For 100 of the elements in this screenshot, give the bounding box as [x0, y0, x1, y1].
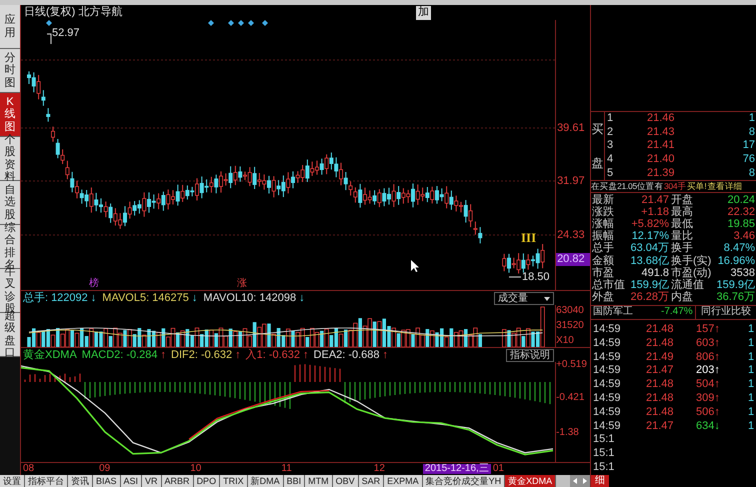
indicator-tab[interactable]: TRIX	[220, 475, 248, 487]
indicator-label: 总手:	[23, 292, 48, 304]
trend-arrow: ↑	[714, 365, 720, 376]
quote-label: 金额	[591, 256, 615, 267]
signal-mark: III	[521, 231, 536, 244]
quote-label: 最低	[670, 218, 694, 230]
date-axis-label: 11	[281, 464, 292, 474]
indicator-dropdown[interactable]: 成交量	[494, 292, 554, 305]
indicator-tab[interactable]: OBV	[332, 475, 359, 487]
quote-value: 159.9亿	[629, 280, 669, 291]
tick-volume: 309	[696, 393, 714, 404]
trend-arrow: ↑	[714, 338, 720, 349]
macd-axis-label: -1.38	[556, 428, 579, 438]
industry-compare-button[interactable]: 同行业比较	[695, 306, 756, 319]
tick-time: 14:59	[592, 420, 622, 432]
quote-label: 涨跌	[591, 206, 615, 218]
indicator-value: -0.688	[348, 350, 380, 360]
quote-value: +1.18	[640, 206, 669, 218]
quote-value: 12.17%	[630, 231, 669, 242]
order-level: 3	[607, 140, 614, 152]
tick-volume: 504	[696, 379, 714, 390]
indicator-name: 黄金XDMA	[23, 350, 77, 360]
indicator-tab[interactable]: EXPMA	[384, 475, 423, 487]
quote-value: 19.85	[726, 218, 756, 230]
indicator-tab[interactable]: DPO	[194, 475, 220, 487]
quote-value: 491.8	[640, 268, 669, 279]
order-level: 5	[607, 168, 614, 179]
tick-price: 21.48	[646, 379, 675, 390]
indicator-tab[interactable]: 新DMA	[248, 475, 284, 487]
volume-axis-label: 63040	[556, 306, 585, 316]
quote-label: 流通值	[670, 280, 705, 291]
tick-time: 14:59	[592, 352, 622, 363]
tick-time: 14:59	[592, 338, 622, 349]
date-axis-label: 2015-12-16,三	[422, 464, 491, 474]
sidebar-tab[interactable]: 应用	[0, 5, 20, 49]
quote-value: +5.82%	[630, 218, 669, 230]
order-volume: 76	[742, 154, 755, 166]
indicator-tab[interactable]: 集合竞价成交量YH	[422, 475, 506, 487]
order-volume: 17	[742, 140, 755, 152]
date-axis-label: 01	[492, 464, 504, 474]
indicator-tab[interactable]: 设置	[0, 475, 25, 487]
trend-arrow: ↓	[192, 292, 198, 304]
trend-arrow: ↑	[714, 352, 720, 363]
quote-value: 159.9亿	[715, 280, 756, 291]
indicator-value: 146275	[152, 292, 189, 304]
trend-arrow: ↓	[714, 420, 720, 432]
price-axis-label: 39.61	[556, 122, 586, 135]
indicator-tab[interactable]: 黄金XDMA	[505, 475, 556, 487]
sidebar-tab[interactable]: 分时图	[0, 49, 20, 93]
order-volume: 1	[748, 113, 755, 124]
detail-tab[interactable]: 细	[591, 475, 609, 487]
tick-count-label: 1	[748, 365, 754, 376]
volume-axis-label: 31520	[556, 321, 585, 331]
quote-value: 63.04万	[629, 243, 669, 254]
indicator-tab[interactable]: VR	[142, 475, 162, 487]
notice-text: 在买盘21.05位置有	[591, 182, 663, 191]
macd-axis-label: +0.519	[556, 360, 587, 370]
indicator-help-button[interactable]: 指标说明	[506, 349, 554, 362]
quote-label: 换手(实)	[670, 256, 712, 267]
trend-arrow: ↑	[714, 406, 720, 418]
trend-arrow: ↑	[714, 324, 720, 336]
indicator-label: MACD2:	[82, 350, 124, 360]
quote-value: 26.28万	[629, 292, 669, 304]
order-volume: 8	[748, 168, 755, 179]
view-details-link[interactable]: 查看详细	[707, 182, 742, 191]
quote-value: 36.76万	[715, 292, 756, 304]
date-axis-label: 12	[374, 464, 385, 474]
quote-label: 外盘	[591, 292, 615, 304]
order-level: 2	[607, 126, 614, 138]
tick-time: 14:59	[592, 324, 622, 336]
tick-count-label: 1	[748, 406, 754, 418]
trend-arrow: ↑	[382, 350, 388, 360]
indicator-tab[interactable]: 资讯	[68, 475, 93, 487]
indicator-tab[interactable]: SAR	[358, 475, 384, 487]
indicator-tab[interactable]: MTM	[305, 475, 333, 487]
price-axis-label: 24.33	[556, 229, 586, 242]
high-price-label: 52.97	[52, 28, 80, 39]
tick-count-label: 1	[748, 352, 754, 363]
indicator-tab[interactable]: 指标平台	[25, 475, 68, 487]
tick-price: 21.48	[646, 338, 675, 349]
indicator-tab[interactable]: BIAS	[93, 475, 121, 487]
indicator-tab[interactable]: BBI	[284, 475, 306, 487]
quote-label: 开盘	[670, 194, 694, 206]
add-button[interactable]: 加	[416, 6, 431, 20]
order-price: 21.39	[647, 168, 676, 179]
tick-price: 21.48	[646, 406, 675, 418]
indicator-value: 142098	[259, 292, 296, 304]
indicator-tab[interactable]: ASI	[120, 475, 142, 487]
tick-volume: 603	[696, 338, 714, 349]
indicator-value: -0.284	[126, 350, 158, 360]
tick-count-label: 1	[748, 379, 754, 390]
price-axis-label: 20.82	[556, 253, 590, 266]
quote-label: 换手	[670, 243, 694, 254]
indicator-tab[interactable]: ARBR	[162, 475, 194, 487]
order-level: 1	[607, 113, 614, 124]
tick-price: 21.48	[646, 324, 675, 336]
trend-arrow: ↑	[303, 350, 309, 360]
indicator-value: 122092	[51, 292, 88, 304]
tick-volume: 806	[696, 352, 714, 363]
tick-volume: 634	[696, 420, 714, 432]
